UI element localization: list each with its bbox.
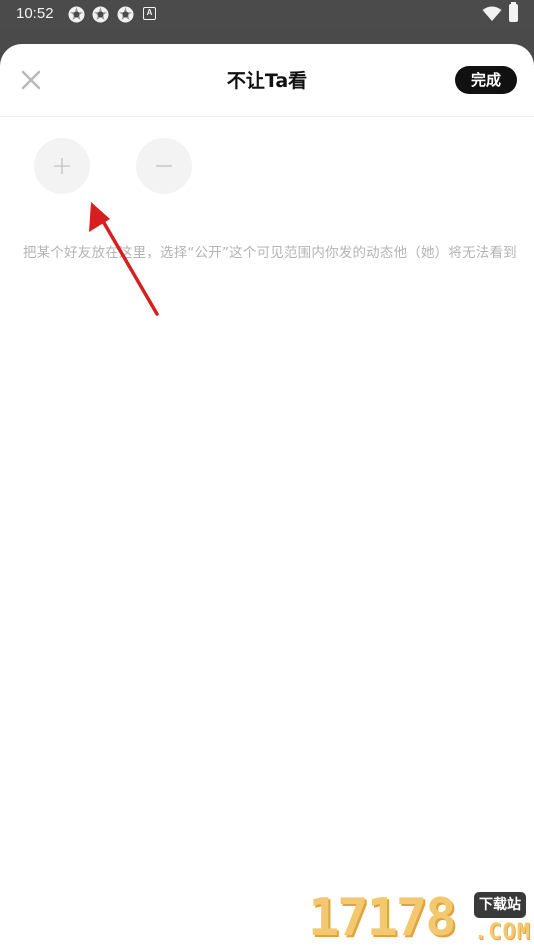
app-notification-icon — [68, 6, 85, 23]
battery-icon — [509, 4, 518, 22]
header-divider — [0, 116, 534, 117]
a-badge-icon: A — [143, 7, 156, 20]
watermark-domain: .COM — [474, 920, 531, 945]
remove-friend-button[interactable] — [136, 138, 192, 194]
page-title: 不让Ta看 — [226, 70, 308, 92]
wifi-icon — [482, 6, 502, 21]
status-bar: 10:52 A — [0, 0, 534, 30]
bottom-sheet: 不让Ta看 完成 把某个好友放在这里，选择“公开”这个可见范围内你发的动态他（她… — [0, 44, 534, 950]
status-time: 10:52 — [16, 5, 54, 22]
app-notification-icon — [92, 6, 109, 23]
hint-text: 把某个好友放在这里，选择“公开”这个可见范围内你发的动态他（她）将无法看到 — [23, 245, 517, 261]
add-friend-button[interactable] — [34, 138, 90, 194]
watermark-logo: 17178 下载站 .COM — [308, 888, 534, 950]
minus-icon — [156, 165, 172, 167]
plus-icon — [54, 158, 70, 174]
app-notification-icon — [117, 6, 134, 23]
done-button[interactable]: 完成 — [455, 66, 517, 94]
watermark-badge: 下载站 — [474, 892, 526, 918]
watermark-number: 17178 — [308, 888, 457, 948]
